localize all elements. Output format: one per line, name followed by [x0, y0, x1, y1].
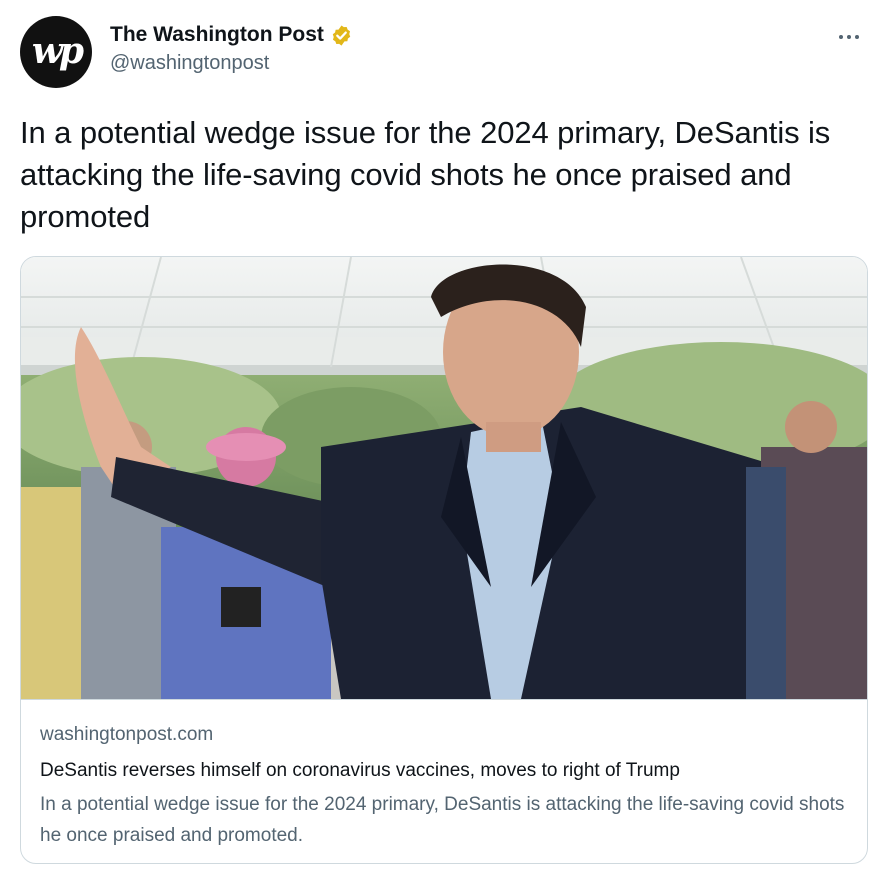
tweet-text: In a potential wedge issue for the 2024 …: [20, 115, 831, 234]
link-card[interactable]: washingtonpost.com DeSantis reverses him…: [20, 256, 868, 864]
news-photo-image: [21, 257, 867, 699]
more-dot-icon: [855, 35, 859, 39]
card-title[interactable]: DeSantis reverses himself on coronavirus…: [40, 759, 850, 783]
more-dot-icon: [847, 35, 851, 39]
more-dot-icon: [839, 35, 843, 39]
card-divider: [21, 699, 867, 700]
more-options-button[interactable]: [832, 20, 866, 54]
author-handle[interactable]: @washingtonpost: [110, 52, 353, 75]
author-name-row: The Washington Post: [110, 22, 353, 48]
card-meta: washingtonpost.com DeSantis reverses him…: [40, 723, 850, 851]
card-description: In a potential wedge issue for the 2024 …: [40, 794, 845, 846]
verified-badge-icon: [332, 24, 351, 46]
tweet[interactable]: wp The Washington Post @washingtonpost I…: [0, 0, 880, 878]
card-domain: washingtonpost.com: [40, 724, 214, 745]
washington-post-logo: wp: [31, 30, 84, 72]
author-display-name[interactable]: The Washington Post: [110, 23, 324, 47]
card-image[interactable]: [21, 257, 867, 699]
avatar[interactable]: wp: [20, 16, 92, 88]
tweet-author: The Washington Post @washingtonpost: [110, 22, 353, 75]
